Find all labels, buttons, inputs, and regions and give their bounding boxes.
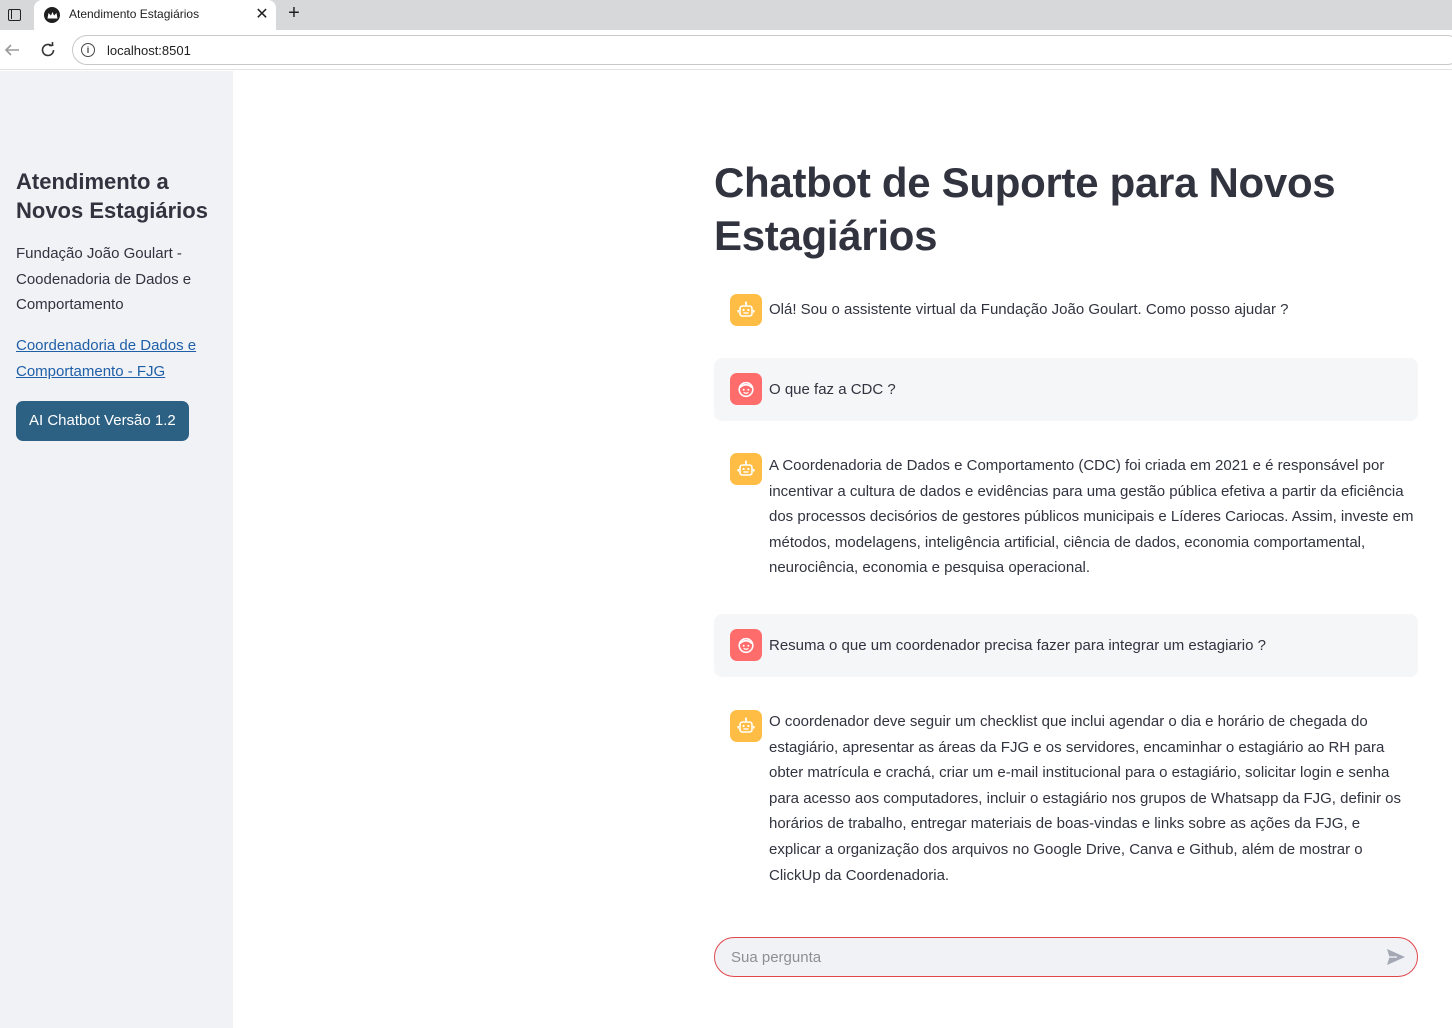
- user-face-icon: [730, 629, 762, 661]
- new-tab-plus-icon[interactable]: +: [283, 3, 305, 25]
- chat-message-user: Resuma o que um coordenador precisa faze…: [714, 614, 1418, 677]
- message-text: Resuma o que um coordenador precisa faze…: [769, 637, 1266, 654]
- chat-message-assistant: O coordenador deve seguir um checklist q…: [714, 695, 1418, 900]
- chat-input-container: [714, 937, 1418, 977]
- message-text: O coordenador deve seguir um checklist q…: [769, 713, 1402, 884]
- close-icon[interactable]: ✕: [252, 5, 272, 25]
- chat-message-user: O que faz a CDC ?: [714, 358, 1418, 421]
- robot-icon: [730, 710, 762, 742]
- sidebar-description: Fundação João Goulart - Coodenadoria de …: [16, 245, 192, 313]
- back-arrow-icon[interactable]: [0, 38, 24, 62]
- reload-icon[interactable]: [36, 38, 60, 62]
- chat-input[interactable]: [731, 938, 1371, 976]
- message-text: A Coordenadoria de Dados e Comportamento…: [769, 457, 1414, 577]
- chat-message-assistant: A Coordenadoria de Dados e Comportamento…: [714, 438, 1418, 594]
- streamlit-crown-icon: [44, 7, 60, 23]
- chatbot-version-button[interactable]: AI Chatbot Versão 1.2: [16, 401, 189, 441]
- sidebar-link-cdc[interactable]: Coordenadoria de Dados e Comportamento -…: [16, 333, 221, 384]
- robot-icon: [730, 294, 762, 326]
- address-bar[interactable]: i localhost:8501: [72, 35, 1452, 65]
- site-info-icon[interactable]: i: [81, 43, 95, 57]
- browser-tab[interactable]: Atendimento Estagiários ✕: [34, 0, 276, 30]
- user-face-icon: [730, 373, 762, 405]
- browser-toolbar: i localhost:8501: [0, 30, 1452, 70]
- chat-message-assistant: Olá! Sou o assistente virtual da Fundaçã…: [714, 284, 1418, 336]
- sidebar: Atendimento a Novos Estagiários Fundação…: [0, 71, 233, 1028]
- sidebar-title: Atendimento a Novos Estagiários: [16, 169, 208, 223]
- robot-icon: [730, 453, 762, 485]
- browser-tabstrip: Atendimento Estagiários ✕ +: [0, 0, 1452, 30]
- tab-menu-icon[interactable]: [4, 5, 24, 25]
- tab-title: Atendimento Estagiários: [69, 7, 200, 21]
- message-text: Olá! Sou o assistente virtual da Fundaçã…: [769, 301, 1289, 318]
- page-title: Chatbot de Suporte para Novos Estagiário…: [714, 159, 1336, 259]
- message-text: O que faz a CDC ?: [769, 381, 896, 398]
- send-icon[interactable]: [1385, 946, 1407, 968]
- url-text[interactable]: localhost:8501: [107, 43, 191, 58]
